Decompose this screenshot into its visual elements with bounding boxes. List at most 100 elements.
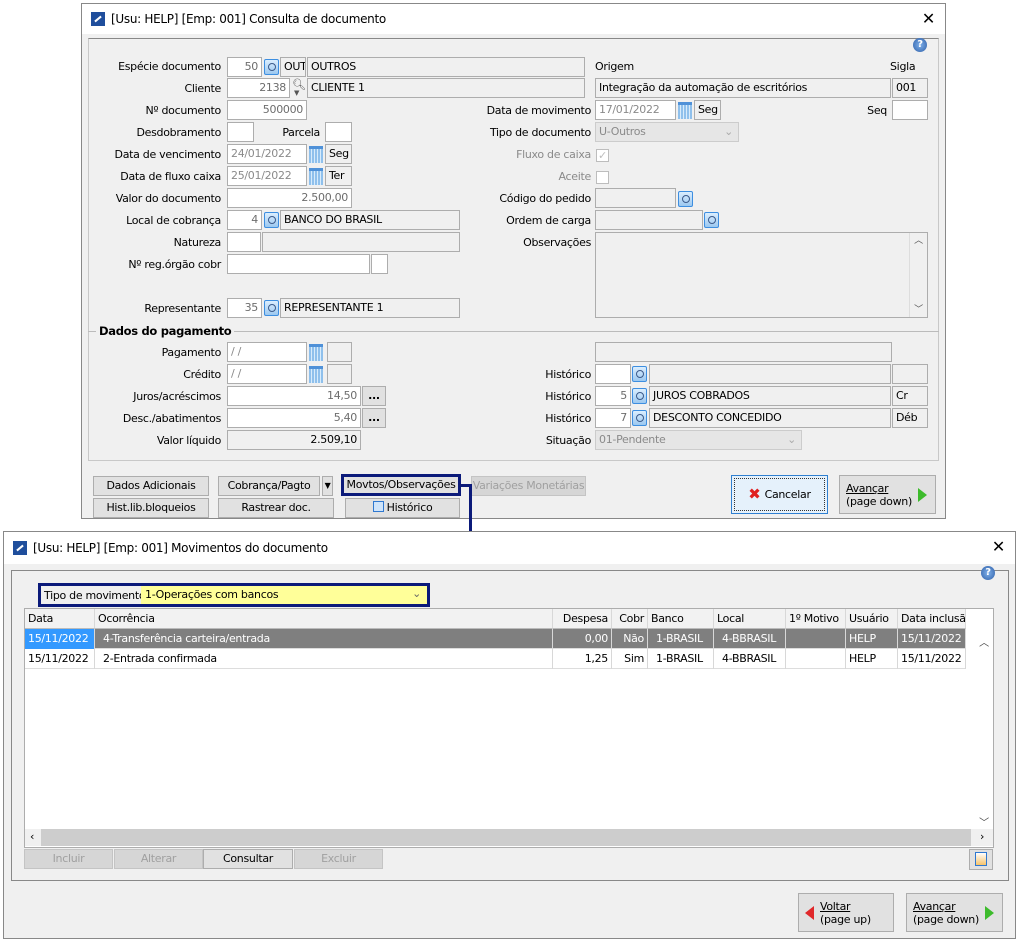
cliente-code-input[interactable]: 2138 xyxy=(227,78,290,98)
help-icon[interactable]: ? xyxy=(981,566,995,580)
reg-orgao-input[interactable] xyxy=(227,254,370,274)
observacoes-textarea[interactable] xyxy=(595,232,928,318)
column-header-cobr[interactable]: Cobr xyxy=(612,609,648,629)
valor-input[interactable]: 2.500,00 xyxy=(227,188,352,208)
help-icon[interactable]: ? xyxy=(913,38,927,52)
fluxo-caixa-checkbox[interactable]: ✓ xyxy=(596,149,609,162)
natureza-code[interactable] xyxy=(227,232,261,252)
cancelar-button[interactable]: ✖ Cancelar xyxy=(731,475,828,514)
historico-code[interactable]: 7 xyxy=(595,408,631,428)
num-doc-input[interactable]: 500000 xyxy=(227,100,307,120)
avancar-button[interactable]: Avançar (page down) xyxy=(906,893,1003,932)
close-icon[interactable]: ✕ xyxy=(922,9,935,28)
desdobramento-input[interactable] xyxy=(227,122,254,142)
juros-ellipsis-button[interactable]: ... xyxy=(362,386,386,406)
desc-ellipsis-button[interactable]: ... xyxy=(362,408,386,428)
cobranca-pagto-button[interactable]: Cobrança/Pagto xyxy=(218,476,320,496)
desdobramento-label: Desdobramento xyxy=(136,126,221,139)
cod-pedido-label: Código do pedido xyxy=(499,192,591,205)
column-header-banco[interactable]: Banco xyxy=(648,609,714,629)
ordem-carga-input[interactable] xyxy=(595,210,703,230)
cell-motivo xyxy=(786,629,846,649)
vencimento-input[interactable]: 24/01/2022 xyxy=(227,144,307,164)
avancar-button[interactable]: Avançar (page down) xyxy=(839,475,936,514)
seq-input[interactable] xyxy=(892,100,928,120)
voltar-button[interactable]: Voltar (page up) xyxy=(798,893,894,932)
consultar-button[interactable]: Consultar xyxy=(203,849,293,869)
situacao-select[interactable]: 01-Pendente ⌄ xyxy=(595,430,802,450)
especie-code-input[interactable]: 50 xyxy=(227,57,262,77)
search-icon[interactable] xyxy=(632,366,647,382)
representante-code[interactable]: 35 xyxy=(227,298,262,318)
sigla-field: 001 xyxy=(892,78,928,98)
search-icon[interactable] xyxy=(678,191,693,207)
scroll-left-icon[interactable]: ‹ xyxy=(30,830,34,843)
vencimento-day: Seg xyxy=(325,144,352,164)
tipo-doc-select[interactable]: U-Outros ⌄ xyxy=(595,122,739,142)
column-header-motivo[interactable]: 1º Motivo xyxy=(786,609,846,629)
calendar-icon[interactable] xyxy=(309,146,323,163)
scroll-down-icon[interactable]: ﹀ xyxy=(910,302,927,315)
historico-button[interactable]: Histórico xyxy=(345,498,460,518)
search-icon[interactable] xyxy=(704,212,719,228)
column-header-local[interactable]: Local xyxy=(714,609,786,629)
situacao-value: 01-Pendente xyxy=(599,433,666,446)
column-header-data[interactable]: Data xyxy=(25,609,95,629)
cell-banco: 1-BRASIL xyxy=(648,649,714,669)
scroll-right-icon[interactable]: › xyxy=(980,830,984,843)
scroll-down-icon[interactable]: ﹀ xyxy=(975,814,993,829)
historico-code[interactable] xyxy=(595,364,631,384)
scroll-up-icon[interactable]: ︿ xyxy=(910,233,927,246)
scrollbar-thumb[interactable] xyxy=(41,829,971,846)
calendar-icon[interactable] xyxy=(309,168,323,185)
local-cobranca-label: Local de cobrança xyxy=(126,214,221,227)
column-header-usuario[interactable]: Usuário xyxy=(846,609,898,629)
local-cobranca-code[interactable]: 4 xyxy=(227,210,262,230)
voltar-sub: (page up) xyxy=(820,912,871,926)
column-header-ocorrencia[interactable]: Ocorrência xyxy=(95,609,553,629)
parcela-input[interactable] xyxy=(325,122,352,142)
historico-label: Histórico xyxy=(545,390,591,403)
scroll-up-icon[interactable]: ︿ xyxy=(975,634,993,649)
cobranca-dropdown-button[interactable]: ▼ xyxy=(322,476,333,496)
credito-input[interactable]: / / xyxy=(227,364,307,384)
desc-input[interactable]: 5,40 xyxy=(227,408,361,428)
sigla-label: Sigla xyxy=(890,60,916,73)
column-header-despesa[interactable]: Despesa xyxy=(553,609,612,629)
search-icon[interactable] xyxy=(264,300,279,316)
search-icon[interactable] xyxy=(264,212,279,228)
tipo-movimento-select[interactable]: 1-Operações com bancos ⌄ xyxy=(141,586,427,604)
hist-lib-bloqueios-button[interactable]: Hist.lib.bloqueios xyxy=(93,498,209,518)
search-icon[interactable] xyxy=(632,410,647,426)
historico-code[interactable]: 5 xyxy=(595,386,631,406)
aceite-label: Aceite xyxy=(558,170,592,183)
avancar-label: Avançar (page down) xyxy=(846,482,912,508)
cell-cobr: Não xyxy=(612,629,648,649)
avancar-text: Avançar xyxy=(846,481,889,495)
historico-desc: JUROS COBRADOS xyxy=(649,386,891,406)
juros-input[interactable]: 14,50 xyxy=(227,386,361,406)
export-button[interactable] xyxy=(969,849,993,870)
column-header-data-inclusao[interactable]: Data inclusão xyxy=(898,609,966,629)
rastrear-doc-button[interactable]: Rastrear doc. xyxy=(218,498,334,518)
search-icon[interactable] xyxy=(632,388,647,404)
close-icon[interactable]: ✕ xyxy=(992,537,1005,556)
calendar-icon[interactable] xyxy=(309,344,323,361)
aceite-checkbox[interactable] xyxy=(596,171,609,184)
search-icon[interactable] xyxy=(264,59,279,75)
fluxo-input[interactable]: 25/01/2022 xyxy=(227,166,307,186)
reg-orgao-digit[interactable] xyxy=(371,254,388,274)
vertical-scrollbar[interactable]: ︿ ﹀ xyxy=(975,629,993,829)
calendar-icon[interactable] xyxy=(678,102,692,119)
horizontal-scrollbar[interactable]: ‹ › xyxy=(25,829,993,846)
calendar-icon[interactable] xyxy=(309,366,323,383)
dados-adicionais-button[interactable]: Dados Adicionais xyxy=(93,476,209,496)
observacoes-scrollbar[interactable]: ︿ ﹀ xyxy=(909,233,927,317)
data-mov-input[interactable]: 17/01/2022 xyxy=(595,100,676,120)
historico-desc xyxy=(649,364,891,384)
natureza-desc xyxy=(262,232,460,252)
clock-icon xyxy=(372,501,384,512)
movtos-observacoes-button[interactable]: Movtos/Observações xyxy=(341,474,461,496)
cod-pedido-input[interactable] xyxy=(595,188,676,208)
pagamento-input[interactable]: / / xyxy=(227,342,307,362)
